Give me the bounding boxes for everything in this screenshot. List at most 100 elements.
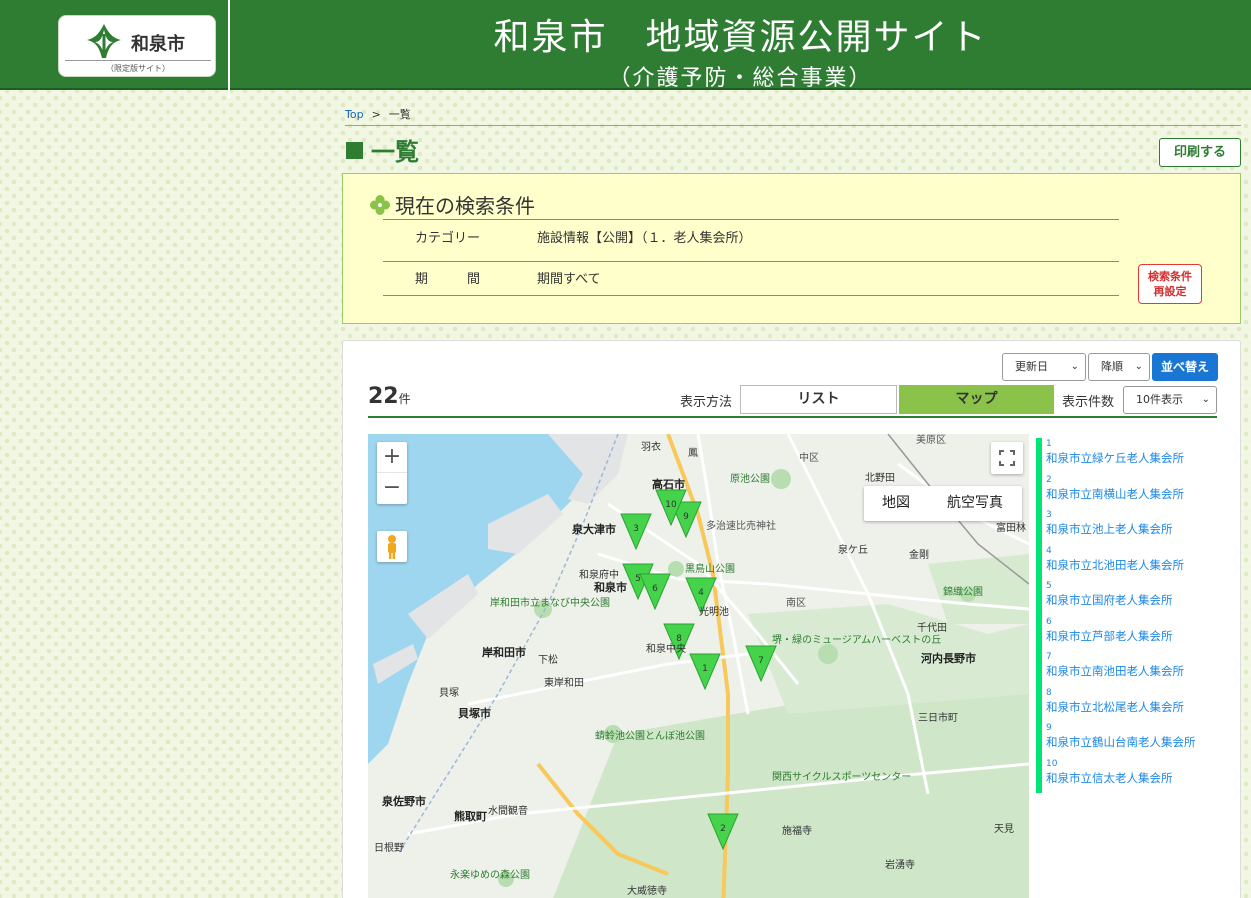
sort-button[interactable]: 並べ替え — [1152, 353, 1218, 381]
map-place-label: 三日市町 — [918, 711, 958, 724]
map-place-label: 貝塚 — [439, 687, 459, 699]
facility-name-link[interactable]: 和泉市立北松尾老人集会所 — [1046, 699, 1236, 715]
breadcrumb-home-link[interactable]: Top — [345, 108, 364, 121]
facility-map[interactable]: 1 2 3 4 5 6 7 8 9 10 羽衣 鳳 高石市 原池公園 中区 北野… — [368, 434, 1029, 898]
title-square-icon — [346, 142, 363, 159]
map-type-satellite-button[interactable]: 航空写真 — [928, 486, 1022, 521]
result-count-unit: 件 — [398, 392, 411, 406]
logo-subtext: （限定版サイト） — [106, 64, 170, 73]
zoom-control: + − — [377, 442, 407, 504]
marker-label[interactable]: 6 — [652, 584, 658, 594]
sort-field-select[interactable]: 更新日 ⌄ — [1002, 353, 1086, 381]
facility-list-item[interactable]: 6 和泉市立芦部老人集会所 — [1036, 615, 1236, 651]
facility-name-link[interactable]: 和泉市立南池田老人集会所 — [1046, 663, 1236, 679]
zoom-out-button[interactable]: − — [377, 473, 407, 504]
map-place-label: 和泉府中 — [579, 568, 619, 581]
site-subtitle: （介護予防・総合事業） — [608, 66, 873, 91]
view-mode-label: 表示方法 — [680, 395, 733, 410]
marker-label[interactable]: 10 — [665, 500, 677, 510]
map-place-label: 原池公園 — [730, 472, 770, 485]
facility-name-link[interactable]: 和泉市立北池田老人集会所 — [1046, 557, 1236, 573]
site-header: 和泉市 （限定版サイト） 和泉市 地域資源公開サイト （介護予防・総合事業） — [0, 0, 1251, 98]
facility-list: 1 和泉市立緑ケ丘老人集会所 2 和泉市立南横山老人集会所 3 和泉市立池上老人集会所… — [1036, 438, 1236, 793]
map-place-label: 蜻蛉池公園とんぼ池公園 — [595, 729, 705, 742]
facility-list-item[interactable]: 1 和泉市立緑ケ丘老人集会所 — [1036, 438, 1236, 474]
map-place-label: 熊取町 — [454, 809, 487, 823]
facility-list-item[interactable]: 2 和泉市立南横山老人集会所 — [1036, 473, 1236, 509]
map-place-label: 天見 — [994, 823, 1014, 835]
facility-name-link[interactable]: 和泉市立緑ケ丘老人集会所 — [1046, 450, 1236, 466]
map-place-label: 北野田 — [865, 472, 895, 484]
facility-name-link[interactable]: 和泉市立鶴山台南老人集会所 — [1046, 734, 1236, 750]
map-place-label: 施福寺 — [782, 824, 812, 837]
chevron-down-icon: ⌄ — [1201, 394, 1210, 405]
facility-number: 9 — [1046, 723, 1052, 733]
facility-list-item[interactable]: 3 和泉市立池上老人集会所 — [1036, 509, 1236, 545]
marker-label[interactable]: 5 — [635, 574, 641, 584]
conditions-divider — [383, 261, 1119, 262]
fullscreen-button[interactable] — [991, 442, 1023, 474]
facility-number: 6 — [1046, 616, 1052, 627]
facility-name-link[interactable]: 和泉市立信太老人集会所 — [1046, 770, 1236, 786]
map-place-label: 美原区 — [916, 434, 946, 446]
reset-label-line2: 再設定 — [1153, 285, 1187, 298]
facility-number: 2 — [1046, 474, 1052, 485]
facility-name-link[interactable]: 和泉市立芦部老人集会所 — [1046, 628, 1236, 644]
facility-list-item[interactable]: 8 和泉市立北松尾老人集会所 — [1036, 686, 1236, 722]
per-page-value: 10件表示 — [1136, 393, 1183, 406]
conditions-title: 現在の検索条件 — [369, 190, 535, 219]
map-place-label: 泉ケ丘 — [838, 543, 868, 556]
facility-list-item[interactable]: 7 和泉市立南池田老人集会所 — [1036, 651, 1236, 687]
map-place-label: 千代田 — [917, 622, 947, 634]
logo-city-name: 和泉市 — [131, 34, 185, 55]
facility-list-item[interactable]: 10 和泉市立信太老人集会所 — [1036, 757, 1236, 793]
sort-field-value: 更新日 — [1015, 360, 1048, 373]
map-place-label: 錦織公園 — [943, 585, 983, 598]
result-count: 22件 — [368, 384, 411, 409]
marker-label[interactable]: 2 — [720, 824, 726, 834]
breadcrumb-current: 一覧 — [388, 108, 411, 121]
map-type-roadmap-button[interactable]: 地図 — [864, 486, 928, 521]
conditions-divider — [383, 219, 1119, 220]
chevron-down-icon: ⌄ — [1134, 361, 1143, 372]
facility-name-link[interactable]: 和泉市立池上老人集会所 — [1046, 521, 1236, 537]
per-page-select[interactable]: 10件表示 ⌄ — [1123, 386, 1217, 414]
facility-list-item[interactable]: 9 和泉市立鶴山台南老人集会所 — [1036, 722, 1236, 758]
fullscreen-icon — [999, 450, 1015, 466]
search-conditions-panel: 現在の検索条件 カテゴリー 施設情報【公開】（１．老人集会所） 期 間 期間すべ… — [342, 173, 1241, 324]
map-place-label: 和泉市 — [594, 580, 627, 594]
facility-list-item[interactable]: 5 和泉市立国府老人集会所 — [1036, 580, 1236, 616]
marker-label[interactable]: 1 — [702, 664, 708, 674]
sort-order-select[interactable]: 降順 ⌄ — [1088, 353, 1150, 381]
facility-number: 8 — [1046, 687, 1052, 698]
reset-conditions-button[interactable]: 検索条件 再設定 — [1138, 264, 1202, 304]
marker-label[interactable]: 4 — [698, 588, 704, 598]
map-place-label: 南区 — [786, 596, 806, 609]
map-place-label: 高石市 — [652, 477, 685, 491]
map-place-label: 堺・緑のミュージアムハーベストの丘 — [772, 633, 941, 646]
map-place-label: 貝塚市 — [458, 706, 491, 720]
street-view-pegman[interactable] — [377, 531, 407, 562]
zoom-in-button[interactable]: + — [377, 442, 407, 473]
facility-list-item[interactable]: 4 和泉市立北池田老人集会所 — [1036, 544, 1236, 580]
facility-name-link[interactable]: 和泉市立国府老人集会所 — [1046, 592, 1236, 608]
map-place-label: 和泉中央 — [646, 642, 686, 655]
marker-label[interactable]: 9 — [683, 512, 689, 522]
marker-label[interactable]: 7 — [758, 656, 764, 666]
site-logo[interactable]: 和泉市 （限定版サイト） — [58, 15, 216, 77]
pegman-icon — [388, 535, 396, 559]
category-value: 施設情報【公開】（１．老人集会所） — [537, 231, 752, 246]
list-view-button[interactable]: リスト — [740, 385, 897, 414]
facility-name-link[interactable]: 和泉市立南横山老人集会所 — [1046, 486, 1236, 502]
map-view-button[interactable]: マップ — [899, 385, 1054, 414]
print-button[interactable]: 印刷する — [1159, 138, 1241, 167]
marker-label[interactable]: 8 — [676, 634, 682, 644]
map-place-label: 中区 — [799, 451, 819, 464]
logo-divider — [65, 60, 211, 61]
page-title: 一覧 — [346, 132, 419, 167]
period-label: 期 間 — [415, 272, 481, 287]
map-place-label: 関西サイクルスポーツセンター — [772, 771, 911, 783]
category-label: カテゴリー — [415, 231, 481, 246]
marker-label[interactable]: 3 — [633, 524, 639, 534]
facility-number: 7 — [1046, 652, 1052, 662]
